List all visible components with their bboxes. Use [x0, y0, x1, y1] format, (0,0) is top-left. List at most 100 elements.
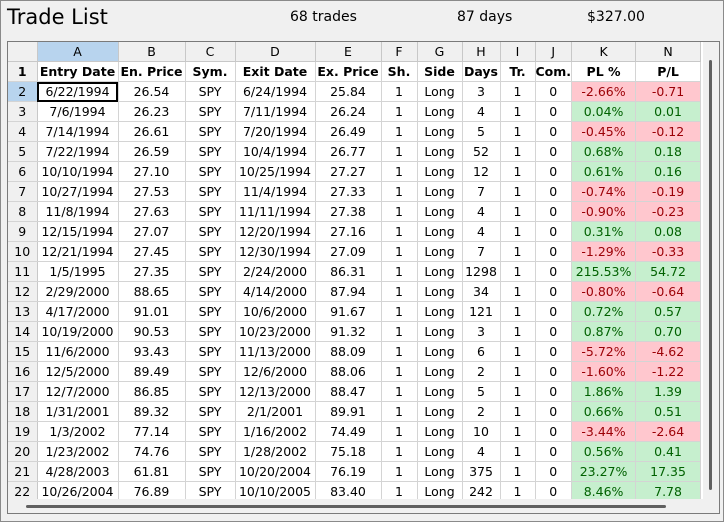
- grid-cell[interactable]: Long: [417, 221, 463, 242]
- grid-cell[interactable]: Long: [417, 401, 463, 422]
- grid-cell[interactable]: 2: [462, 401, 501, 422]
- grid-cell[interactable]: 10/19/2000: [37, 321, 119, 342]
- grid-cell[interactable]: 1: [381, 201, 418, 222]
- grid-cell[interactable]: -0.90%: [571, 201, 637, 222]
- grid-cell[interactable]: 27.16: [315, 221, 382, 242]
- grid-cell[interactable]: 1: [381, 261, 418, 282]
- grid-cell[interactable]: -1.29%: [571, 241, 637, 262]
- grid-cell[interactable]: 11/13/2000: [235, 341, 316, 362]
- grid-cell[interactable]: Long: [417, 261, 463, 282]
- grid-cell[interactable]: 3: [462, 321, 501, 342]
- column-header-k[interactable]: K: [571, 42, 637, 62]
- grid-cell[interactable]: Long: [417, 101, 463, 122]
- grid-cell[interactable]: 11/4/1994: [235, 181, 316, 202]
- grid-cell[interactable]: 1/28/2002: [235, 441, 316, 462]
- grid-cell[interactable]: 0.51: [635, 401, 702, 422]
- grid-cell[interactable]: Long: [417, 201, 463, 222]
- grid-cell[interactable]: 91.32: [315, 321, 382, 342]
- grid-cell[interactable]: 77.14: [118, 421, 186, 442]
- grid-cell[interactable]: 26.54: [118, 81, 186, 102]
- grid-cell[interactable]: 7/6/1994: [37, 101, 119, 122]
- grid-cell[interactable]: 1: [381, 421, 418, 442]
- grid-cell[interactable]: 1298: [462, 261, 501, 282]
- grid-cell[interactable]: SPY: [185, 441, 236, 462]
- grid-cell[interactable]: 1: [381, 241, 418, 262]
- grid-cell[interactable]: 2/29/2000: [37, 281, 119, 302]
- grid-cell[interactable]: Long: [417, 241, 463, 262]
- grid-cell[interactable]: 0: [535, 261, 573, 282]
- grid-cell[interactable]: 26.23: [118, 101, 186, 122]
- grid-cell[interactable]: 1: [500, 121, 536, 142]
- grid-cell[interactable]: 90.53: [118, 321, 186, 342]
- grid-cell[interactable]: 1: [381, 141, 418, 162]
- grid-cell[interactable]: -1.60%: [571, 361, 637, 382]
- row-header[interactable]: 10: [8, 241, 38, 262]
- grid-cell[interactable]: 1: [500, 241, 536, 262]
- grid-cell[interactable]: -0.80%: [571, 281, 637, 302]
- grid-cell[interactable]: 0: [535, 81, 573, 102]
- grid-cell[interactable]: 1: [381, 401, 418, 422]
- grid-cell[interactable]: 1: [500, 261, 536, 282]
- row-header[interactable]: 3: [8, 101, 38, 122]
- row-header[interactable]: 17: [8, 381, 38, 402]
- grid-cell[interactable]: 11/8/1994: [37, 201, 119, 222]
- grid-cell[interactable]: -4.62: [635, 341, 702, 362]
- grid-cell[interactable]: 0.08: [635, 221, 702, 242]
- grid-cell[interactable]: SPY: [185, 201, 236, 222]
- grid-cell[interactable]: 93.43: [118, 341, 186, 362]
- grid-cell[interactable]: 91.67: [315, 301, 382, 322]
- grid-cell[interactable]: 27.38: [315, 201, 382, 222]
- grid-cell[interactable]: Long: [417, 141, 463, 162]
- grid-cell[interactable]: Long: [417, 321, 463, 342]
- grid-cell[interactable]: 0.72%: [571, 301, 637, 322]
- grid-cell[interactable]: 10: [462, 421, 501, 442]
- grid-cell[interactable]: 1/16/2002: [235, 421, 316, 442]
- row-header[interactable]: 12: [8, 281, 38, 302]
- grid-cell[interactable]: 7: [462, 241, 501, 262]
- grid-cell[interactable]: 4: [462, 441, 501, 462]
- grid-cell[interactable]: 0.61%: [571, 161, 637, 182]
- grid-cell[interactable]: 0: [535, 161, 573, 182]
- grid-cell[interactable]: 10/25/1994: [235, 161, 316, 182]
- grid-cell[interactable]: 10/20/2004: [235, 461, 316, 482]
- grid-cell[interactable]: 54.72: [635, 261, 702, 282]
- grid-cell[interactable]: 23.27%: [571, 461, 637, 482]
- grid-cell[interactable]: Long: [417, 121, 463, 142]
- grid-cell[interactable]: 26.77: [315, 141, 382, 162]
- row-header[interactable]: 1: [8, 61, 38, 82]
- grid-cell[interactable]: 0: [535, 401, 573, 422]
- grid-cell[interactable]: 89.49: [118, 361, 186, 382]
- column-header-n[interactable]: N: [635, 42, 702, 62]
- grid-cell[interactable]: Long: [417, 341, 463, 362]
- grid-cell[interactable]: SPY: [185, 361, 236, 382]
- grid-cell[interactable]: 89.91: [315, 401, 382, 422]
- grid-cell[interactable]: 1: [500, 381, 536, 402]
- grid-cell[interactable]: -0.74%: [571, 181, 637, 202]
- grid-cell[interactable]: 1: [381, 361, 418, 382]
- grid-cell[interactable]: 1: [381, 221, 418, 242]
- grid-cell[interactable]: 1: [381, 381, 418, 402]
- grid-cell[interactable]: -0.12: [635, 121, 702, 142]
- grid-cell[interactable]: -0.64: [635, 281, 702, 302]
- grid-cell[interactable]: 0: [535, 321, 573, 342]
- grid-cell[interactable]: 27.45: [118, 241, 186, 262]
- grid-cell[interactable]: 27.63: [118, 201, 186, 222]
- grid-cell[interactable]: 25.84: [315, 81, 382, 102]
- grid-cell[interactable]: 0: [535, 381, 573, 402]
- grid-cell[interactable]: 4/17/2000: [37, 301, 119, 322]
- grid-cell[interactable]: 12/13/2000: [235, 381, 316, 402]
- grid-cell[interactable]: Long: [417, 301, 463, 322]
- grid-cell[interactable]: 1: [500, 181, 536, 202]
- grid-cell[interactable]: 1.86%: [571, 381, 637, 402]
- grid-cell[interactable]: 10/6/2000: [235, 301, 316, 322]
- grid-cell[interactable]: -0.33: [635, 241, 702, 262]
- grid-cell[interactable]: 12/6/2000: [235, 361, 316, 382]
- grid-cell[interactable]: 1: [500, 201, 536, 222]
- grid-cell[interactable]: 0: [535, 221, 573, 242]
- row-header[interactable]: 21: [8, 461, 38, 482]
- field-header-cell[interactable]: Ex. Price: [315, 61, 382, 82]
- grid-cell[interactable]: 27.09: [315, 241, 382, 262]
- grid-cell[interactable]: 1: [500, 441, 536, 462]
- field-header-cell[interactable]: PL %: [571, 61, 637, 82]
- row-header[interactable]: 4: [8, 121, 38, 142]
